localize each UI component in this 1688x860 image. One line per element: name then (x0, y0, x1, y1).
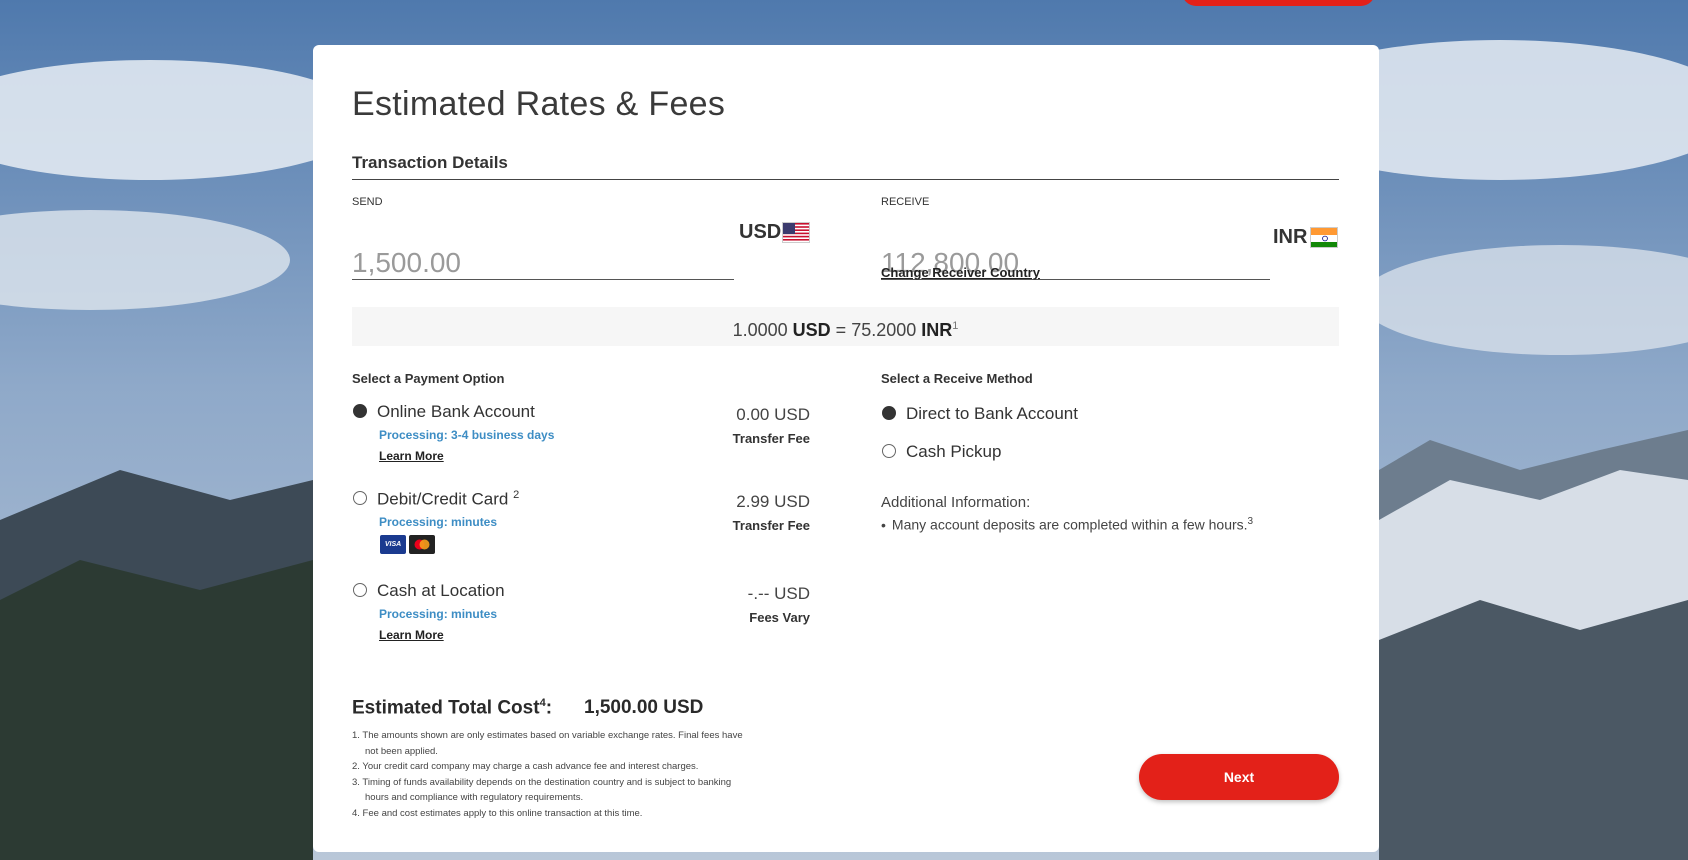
rate-quote-amount: 75.2000 (851, 320, 917, 340)
fee-label-cash: Fees Vary (749, 610, 810, 625)
fee-label-online-bank: Transfer Fee (732, 431, 810, 446)
footnote-item: 1. The amounts shown are only estimates … (352, 730, 743, 757)
estimated-total-label: Estimated Total Cost4: (352, 697, 552, 719)
processing-cash: Processing: minutes (379, 607, 498, 621)
fee-card: 2.99 USD (736, 492, 810, 511)
footnote-item: 2. Your credit card company may charge a… (352, 761, 699, 772)
payment-radio-online-bank[interactable] (353, 404, 367, 418)
fee-online-bank: 0.00 USD (736, 405, 810, 424)
payment-option-cash[interactable]: Cash at Location (377, 581, 505, 601)
processing-online-bank: Processing: 3-4 business days (379, 428, 555, 442)
total-colon: : (545, 697, 553, 719)
receive-radio-cash-pickup[interactable] (882, 444, 896, 458)
receive-method-heading: Select a Receive Method (881, 371, 1033, 386)
next-button[interactable]: Next (1139, 754, 1339, 800)
learn-more-online-bank-link[interactable]: Learn More (379, 449, 444, 463)
payment-option-online-bank[interactable]: Online Bank Account (377, 402, 535, 422)
receive-radio-bank[interactable] (882, 406, 896, 420)
payment-option-card-label: Debit/Credit Card (377, 489, 509, 509)
rate-base-currency: USD (792, 320, 831, 340)
us-flag-icon (782, 222, 810, 243)
additional-info-heading: Additional Information: (881, 494, 1031, 511)
visa-text: VISA (384, 541, 402, 548)
footnotes-list: 1. The amounts shown are only estimates … (352, 728, 752, 821)
card-footnote: 2 (513, 489, 520, 501)
exchange-rate-bar: 1.0000 USD = 75.2000 INR1 (352, 307, 1339, 346)
send-amount-input[interactable]: 1,500.00 (352, 246, 734, 280)
receive-label: RECEIVE (881, 196, 930, 208)
estimated-total-text: Estimated Total Cost (352, 697, 540, 719)
rate-base-amount: 1.0000 (732, 320, 788, 340)
change-receiver-country-link[interactable]: Change Receiver Country (881, 265, 1040, 280)
additional-info-list: • Many account deposits are completed wit… (881, 516, 1254, 533)
visa-icon: VISA (380, 535, 406, 554)
send-label: SEND (352, 196, 383, 208)
mastercard-icon (409, 535, 435, 554)
estimate-card: Estimated Rates & Fees Transaction Detai… (313, 45, 1379, 852)
transaction-details-heading: Transaction Details (352, 153, 1339, 180)
page-title: Estimated Rates & Fees (352, 85, 726, 123)
fee-label-card: Transfer Fee (732, 518, 810, 533)
payment-radio-card[interactable] (353, 491, 367, 505)
footnote-item: 4. Fee and cost estimates apply to this … (352, 807, 643, 819)
learn-more-cash-link[interactable]: Learn More (379, 628, 444, 642)
additional-info-item: Many account deposits are completed with… (891, 516, 1248, 533)
receive-option-cash-pickup[interactable]: Cash Pickup (906, 442, 1001, 462)
rate-footnote: 1 (952, 320, 959, 332)
header-red-button-edge[interactable] (1182, 0, 1375, 6)
estimated-total-value: 1,500.00 USD (584, 697, 704, 718)
payment-option-card[interactable]: Debit/Credit Card 2 (377, 489, 519, 510)
payment-option-heading: Select a Payment Option (352, 371, 505, 386)
fee-cash: -.-- USD (747, 584, 810, 603)
rate-equals: = (835, 320, 847, 340)
receive-currency: INR (1273, 226, 1308, 248)
rate-quote-currency: INR (921, 320, 953, 340)
processing-card: Processing: minutes (379, 515, 498, 529)
india-flag-icon (1310, 227, 1338, 248)
footnote-item: 3. Timing of funds availability depends … (352, 776, 732, 804)
send-currency: USD (739, 221, 782, 243)
receive-option-bank[interactable]: Direct to Bank Account (906, 404, 1078, 424)
additional-info-footnote: 3 (1247, 516, 1254, 527)
payment-radio-cash[interactable] (353, 583, 367, 597)
